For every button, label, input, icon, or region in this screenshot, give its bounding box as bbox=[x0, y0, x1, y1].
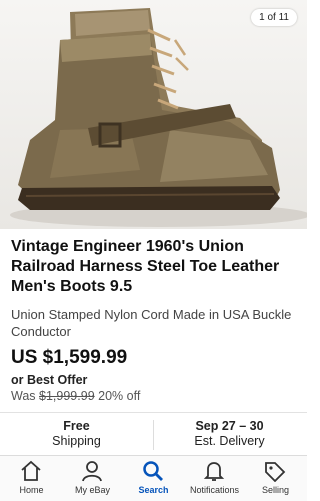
tab-label: Search bbox=[138, 485, 169, 495]
price: US $1,599.99 bbox=[11, 347, 128, 368]
shipping-delivery-row: Free Shipping Sep 27 – 30 Est. Delivery bbox=[0, 412, 307, 455]
delivery-info: Sep 27 – 30 Est. Delivery bbox=[153, 419, 306, 449]
photo-counter: 1 of 11 bbox=[251, 9, 297, 26]
bell-icon bbox=[203, 462, 225, 481]
tag-icon bbox=[265, 462, 286, 482]
tab-label: Selling bbox=[261, 485, 290, 495]
product-photo[interactable]: 1 of 11 bbox=[0, 0, 307, 229]
tab-notifications[interactable]: Notifications bbox=[184, 456, 245, 501]
was-label: Was bbox=[11, 389, 36, 403]
was-price-row: Was $1,999.99 20% off bbox=[11, 389, 140, 403]
search-icon bbox=[143, 461, 163, 481]
person-icon bbox=[82, 461, 102, 482]
tab-search[interactable]: Search bbox=[123, 456, 184, 501]
best-offer-label: or Best Offer bbox=[11, 373, 88, 387]
tab-label: Home bbox=[19, 485, 44, 495]
boots-image bbox=[10, 8, 307, 227]
delivery-dates: Sep 27 – 30 bbox=[195, 419, 264, 433]
listing-title: Vintage Engineer 1960's Union Railroad H… bbox=[11, 238, 280, 295]
shipping-cost: Free bbox=[63, 419, 90, 433]
shipping-info: Free Shipping bbox=[0, 419, 153, 449]
listing-subtitle: Union Stamped Nylon Cord Made in USA Buc… bbox=[11, 307, 292, 339]
tab-selling[interactable]: Selling bbox=[245, 456, 306, 501]
original-price: $1,999.99 bbox=[39, 389, 95, 403]
shipping-label: Shipping bbox=[52, 434, 101, 448]
tab-label: My eBay bbox=[74, 485, 110, 495]
bottom-tab-bar: Home My eBay Search Notifications Sellin… bbox=[0, 455, 307, 501]
tab-home[interactable]: Home bbox=[1, 456, 62, 501]
discount-label: 20% off bbox=[98, 389, 141, 403]
delivery-label: Est. Delivery bbox=[194, 434, 265, 448]
tab-label: Notifications bbox=[189, 485, 240, 495]
home-icon bbox=[21, 460, 41, 481]
tab-my-ebay[interactable]: My eBay bbox=[62, 456, 123, 501]
